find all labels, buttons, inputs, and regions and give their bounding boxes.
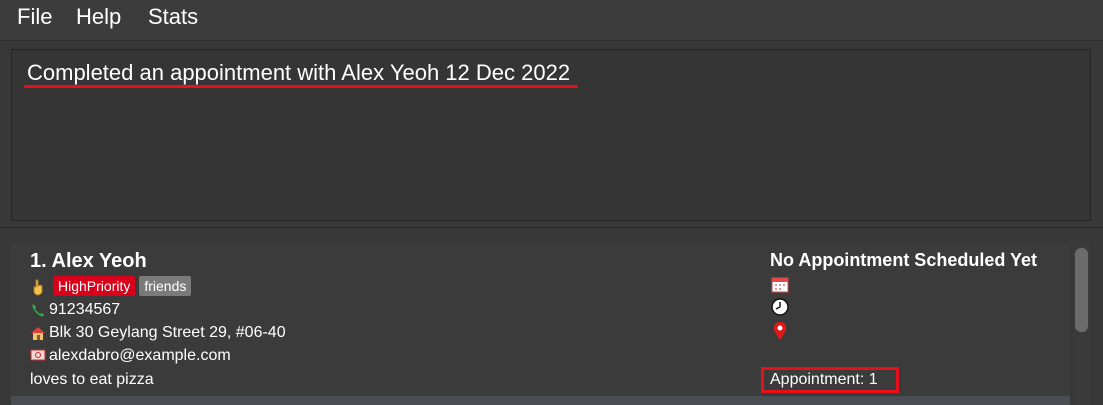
calendar-icon [771,275,789,293]
result-display-box[interactable]: Completed an appointment with Alex Yeoh … [11,49,1091,221]
phone-number: 91234567 [49,301,121,318]
person-name: 1. Alex Yeoh [30,250,147,272]
phone-row: 91234567 [30,301,120,319]
tag-high-priority: HighPriority [53,276,136,296]
tag-friends: friends [139,276,192,296]
email-text: alexdabro@example.com [49,347,231,364]
appointment-count-text: Appointment: 1 [770,371,878,388]
tags-row: HighPriority friends [30,276,192,296]
phone-icon [30,302,46,318]
description-row: loves to eat pizza [30,371,154,389]
hand-icon [30,278,46,296]
description-text: loves to eat pizza [30,371,154,388]
address-row: Blk 30 Geylang Street 29, #06-40 [30,324,286,342]
house-icon [30,325,46,341]
person-list-panel: 1. Alex Yeoh HighPriority friends 912345… [0,228,1103,405]
person-card[interactable]: 1. Alex Yeoh HighPriority friends 912345… [11,242,1070,405]
result-message: Completed an appointment with Alex Yeoh … [27,60,571,85]
next-card-edge [11,396,1070,405]
menu-file[interactable]: File [17,4,52,30]
email-icon [30,348,46,364]
result-underline-annotation [24,85,578,88]
scrollbar-thumb[interactable] [1075,248,1088,332]
appointment-count: Appointment: 1 [761,367,899,393]
menu-bar: File Help Stats [0,0,1103,41]
clock-icon [771,298,789,316]
email-row: alexdabro@example.com [30,347,231,365]
location-pin-icon [771,321,789,340]
result-display-panel: Completed an appointment with Alex Yeoh … [0,41,1103,228]
menu-stats[interactable]: Stats [148,4,198,30]
appointment-status: No Appointment Scheduled Yet [770,250,1038,270]
address-text: Blk 30 Geylang Street 29, #06-40 [49,324,286,341]
menu-help[interactable]: Help [76,4,121,30]
